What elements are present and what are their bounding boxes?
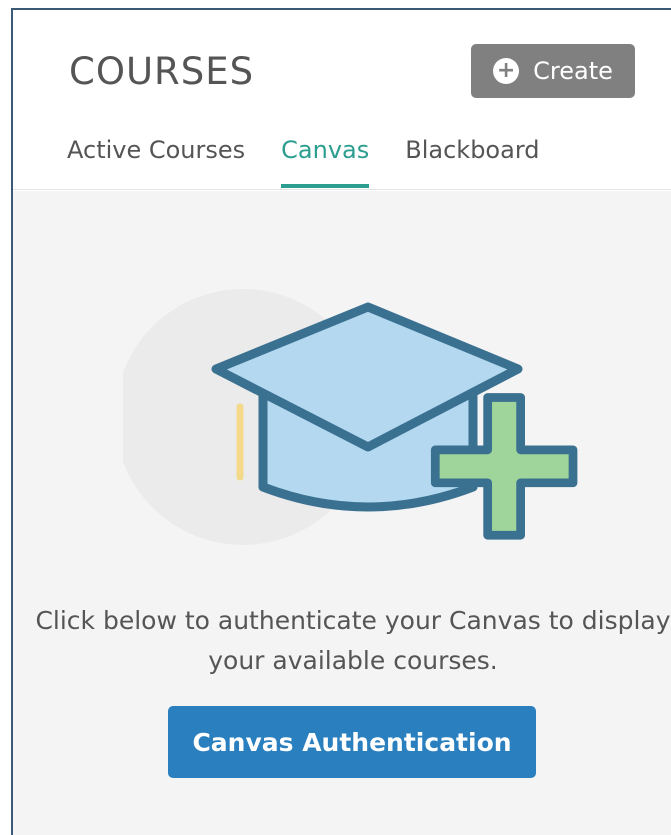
tab-canvas[interactable]: Canvas bbox=[281, 136, 370, 188]
page-title: COURSES bbox=[69, 50, 255, 93]
canvas-authentication-button[interactable]: Canvas Authentication bbox=[168, 706, 536, 778]
create-button[interactable]: + Create bbox=[471, 44, 635, 98]
tab-blackboard[interactable]: Blackboard bbox=[405, 136, 539, 188]
create-button-label: Create bbox=[533, 57, 613, 85]
course-source-tabs: Active Courses Canvas Blackboard bbox=[67, 136, 540, 188]
empty-state: Click below to authenticate your Canvas … bbox=[13, 191, 671, 835]
plus-circle-icon: + bbox=[493, 58, 520, 84]
graduation-cap-plus-icon bbox=[123, 289, 578, 545]
panel-header: COURSES + Create Active Courses Canvas B… bbox=[13, 10, 671, 190]
courses-panel: COURSES + Create Active Courses Canvas B… bbox=[11, 8, 671, 835]
tab-active-courses[interactable]: Active Courses bbox=[67, 136, 245, 188]
authentication-message: Click below to authenticate your Canvas … bbox=[35, 606, 671, 675]
